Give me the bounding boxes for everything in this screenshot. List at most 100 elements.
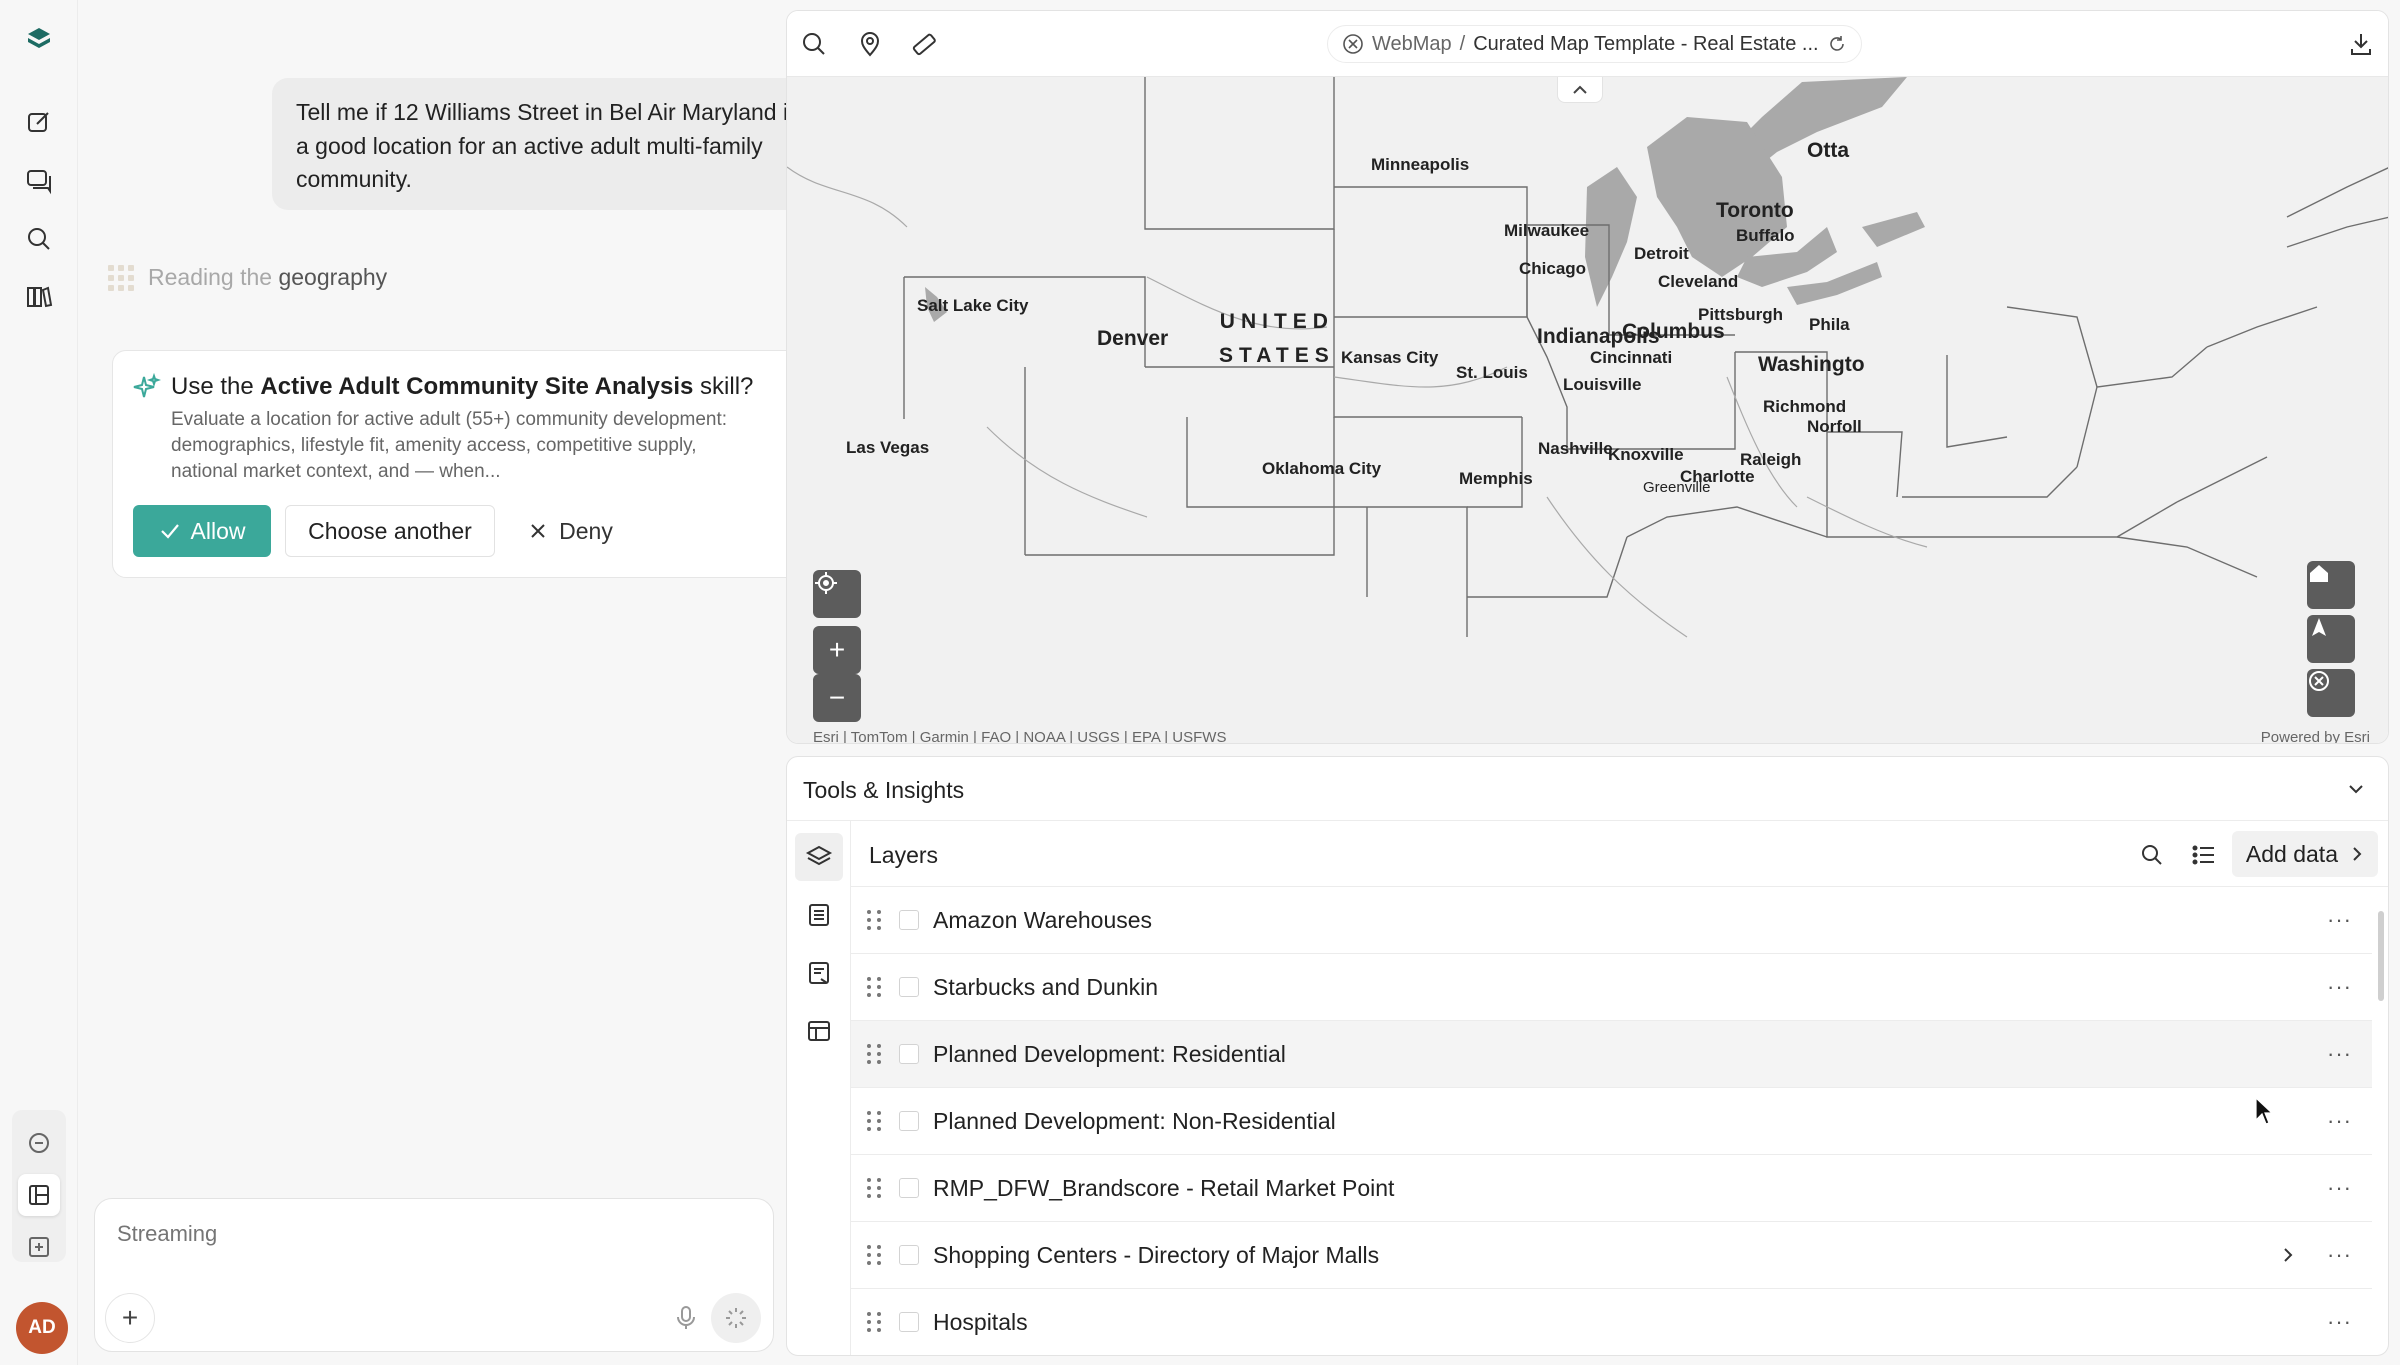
drag-handle-icon[interactable] (867, 1178, 881, 1198)
layer-visibility-checkbox[interactable] (899, 1245, 919, 1265)
layer-visibility-checkbox[interactable] (899, 1178, 919, 1198)
library-icon[interactable] (18, 276, 60, 318)
layer-visibility-checkbox[interactable] (899, 1312, 919, 1332)
map-canvas[interactable]: Minneapolis Milwaukee Chicago Detroit To… (787, 77, 2388, 743)
search-icon[interactable] (18, 218, 60, 260)
new-chat-icon[interactable] (18, 101, 60, 143)
tools-header[interactable]: Tools & Insights (787, 757, 2388, 821)
more-options-icon[interactable]: ··· (2327, 1242, 2352, 1268)
allow-button[interactable]: Allow (133, 505, 271, 557)
attach-plus-button[interactable]: + (105, 1293, 155, 1343)
list-options-icon[interactable] (2190, 841, 2218, 869)
measure-ruler-icon[interactable] (909, 29, 939, 59)
add-panel-icon[interactable] (18, 1226, 60, 1268)
download-icon[interactable] (2346, 29, 2376, 59)
more-options-icon[interactable]: ··· (2327, 1108, 2352, 1134)
layer-row[interactable]: Hospitals ··· (851, 1289, 2372, 1355)
layer-visibility-checkbox[interactable] (899, 1044, 919, 1064)
avatar[interactable]: AD (16, 1302, 68, 1354)
layer-row[interactable]: Planned Development: Residential ··· (851, 1021, 2372, 1088)
map-toolbar: WebMap / Curated Map Template - Real Est… (787, 11, 2388, 77)
drag-handle-icon[interactable] (867, 1245, 881, 1265)
basemap-button[interactable] (2307, 669, 2355, 717)
locate-me-button[interactable] (813, 570, 861, 618)
chevron-right-icon[interactable] (2278, 1245, 2298, 1265)
city-label: Louisville (1563, 375, 1642, 394)
layer-list-scrollbar[interactable] (2378, 911, 2384, 1001)
notes-icon (809, 962, 829, 984)
search-icon[interactable] (799, 29, 829, 59)
city-label: Kansas City (1341, 348, 1439, 367)
drag-handle-icon[interactable] (867, 1111, 881, 1131)
layer-row[interactable]: Planned Development: Non-Residential ··· (851, 1088, 2372, 1155)
compass-button[interactable] (2307, 615, 2355, 663)
layer-row[interactable]: Shopping Centers - Directory of Major Ma… (851, 1222, 2372, 1289)
drag-handle-icon[interactable] (867, 977, 881, 997)
search-icon[interactable] (2138, 841, 2166, 869)
drag-handle-icon[interactable] (867, 1312, 881, 1332)
layer-visibility-checkbox[interactable] (899, 910, 919, 930)
choose-another-button[interactable]: Choose another (285, 505, 495, 557)
layer-list: Amazon Warehouses ··· Starbucks and Dunk… (851, 887, 2372, 1355)
layer-row[interactable]: Starbucks and Dunkin ··· (851, 954, 2372, 1021)
refresh-icon[interactable] (1827, 34, 1847, 54)
more-options-icon[interactable]: ··· (2327, 1041, 2352, 1067)
chats-icon[interactable] (18, 160, 60, 202)
drag-handle-icon[interactable] (867, 1044, 881, 1064)
status-mid: the (233, 264, 279, 290)
status-suffix: geography (278, 264, 388, 290)
more-options-icon[interactable]: ··· (2327, 1175, 2352, 1201)
breadcrumb-separator: / (1459, 32, 1466, 55)
city-label: Nashville (1538, 439, 1613, 458)
city-label: Toronto (1716, 199, 1794, 222)
more-options-icon[interactable]: ··· (2327, 907, 2352, 933)
add-data-button[interactable]: Add data (2231, 831, 2378, 877)
webmap-icon (2309, 671, 2329, 691)
deny-label: Deny (559, 517, 613, 544)
layer-name: Amazon Warehouses (933, 906, 1153, 933)
status-prefix: Reading (148, 264, 234, 290)
layer-visibility-checkbox[interactable] (899, 977, 919, 997)
layer-row[interactable]: Amazon Warehouses ··· (851, 887, 2372, 954)
table-tab[interactable] (795, 1007, 843, 1055)
city-label: Columbus (1622, 320, 1725, 343)
legend-tab[interactable] (795, 891, 843, 939)
drag-handle-icon[interactable] (867, 910, 881, 930)
app-logo-icon[interactable] (18, 18, 60, 60)
tools-title: Tools & Insights (803, 777, 965, 803)
chevron-up-icon (1573, 85, 1587, 94)
streaming-spinner-button[interactable] (711, 1293, 761, 1343)
city-label: Knoxville (1608, 445, 1684, 464)
zoom-out-button[interactable]: − (813, 674, 861, 722)
city-label: Oklahoma City (1262, 459, 1382, 478)
city-label: Detroit (1634, 244, 1689, 263)
location-pin-icon[interactable] (855, 29, 885, 59)
home-button[interactable] (2307, 561, 2355, 609)
country-label: UNITED STATES (1219, 305, 1335, 373)
map-panel: WebMap / Curated Map Template - Real Est… (786, 10, 2389, 744)
webmap-icon (1343, 34, 1363, 54)
notes-tab[interactable] (795, 949, 843, 997)
deny-button[interactable]: Deny (511, 505, 631, 557)
zoom-in-button[interactable]: + (813, 626, 861, 674)
city-label: Denver (1097, 327, 1169, 350)
microphone-icon[interactable] (671, 1303, 701, 1333)
more-options-icon[interactable]: ··· (2327, 974, 2352, 1000)
layer-visibility-checkbox[interactable] (899, 1111, 919, 1131)
collapse-toolbar-toggle[interactable] (1557, 77, 1603, 103)
layers-tab[interactable] (795, 833, 843, 881)
layout-icon[interactable] (18, 1174, 60, 1216)
layer-row[interactable]: RMP_DFW_Brandscore - Retail Market Point… (851, 1155, 2372, 1222)
breadcrumb-title: Curated Map Template - Real Estate ... (1473, 32, 1819, 55)
skill-title-suffix: skill? (693, 373, 754, 400)
add-data-label: Add data (2245, 840, 2338, 867)
chat-column: Tell me if 12 Williams Street in Bel Air… (78, 0, 834, 1365)
breadcrumb-root[interactable]: WebMap (1372, 33, 1452, 56)
more-options-icon[interactable]: ··· (2327, 1309, 2352, 1335)
chat-input[interactable] (117, 1221, 717, 1247)
powered-by[interactable]: Powered by Esri (2261, 729, 2370, 743)
feedback-icon[interactable] (18, 1122, 60, 1164)
city-label: Richmond (1763, 397, 1847, 416)
city-label: Cleveland (1658, 272, 1739, 291)
chevron-down-icon[interactable] (2344, 777, 2368, 801)
